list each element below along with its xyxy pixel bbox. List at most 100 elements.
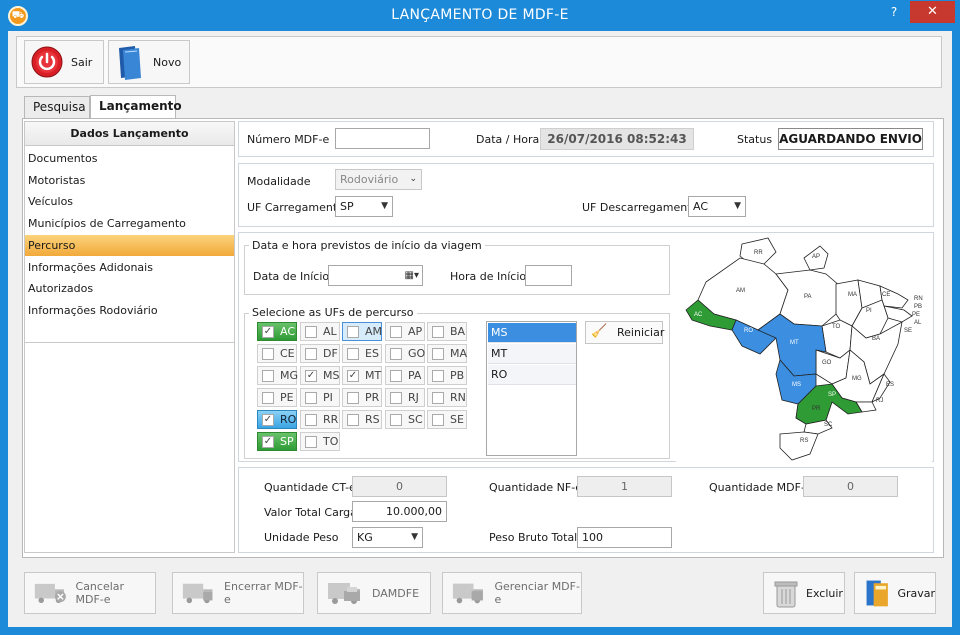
map-label: RJ [876,398,883,404]
uf-checkbox-sc[interactable]: SC [385,410,425,429]
uf-checkbox-es[interactable]: ES [342,344,382,363]
trash-icon [774,581,798,608]
selected-ufs-list[interactable]: MS MT RO [486,321,577,456]
encerrar-mdfe-button[interactable]: Encerrar MDF-e [172,572,304,614]
sidebar-item-motoristas[interactable]: Motoristas [25,170,234,191]
checkbox-icon [347,414,359,426]
uf-checkbox-pa[interactable]: PA [385,366,425,385]
sidebar-item-percurso[interactable]: Percurso [25,235,234,256]
uf-checkbox-al[interactable]: AL [300,322,340,341]
data-inicio-input[interactable]: ▦▾ [328,265,423,286]
valor-total-input[interactable]: 10.000,00 [352,501,447,522]
checkbox-icon [390,326,402,338]
sidebar-item-municipios[interactable]: Municípios de Carregamento [25,213,234,234]
uf-checkbox-rj[interactable]: RJ [385,388,425,407]
help-button[interactable]: ? [884,4,904,22]
unidade-peso-select[interactable]: KG ▼ [352,527,423,548]
map-label: AL [914,320,922,326]
uf-carregamento-select[interactable]: SP ▼ [335,196,393,217]
tab-lancamento[interactable]: Lançamento [90,95,182,119]
data-hora-value: 26/07/2016 08:52:43 [540,128,694,150]
window-title: LANÇAMENTO DE MDF-E [391,7,569,23]
uf-carregamento-value: SP [340,200,354,213]
calendar-icon[interactable]: ▦▾ [405,266,419,285]
novo-label: Novo [153,55,182,69]
uf-checkbox-rs[interactable]: RS [342,410,382,429]
list-item[interactable]: MS [488,323,576,343]
numero-mdfe-input[interactable] [335,128,430,149]
sidebar-item-informacoes-adicionais[interactable]: Informações Adidonais [25,257,234,278]
uf-checkbox-go[interactable]: GO [385,344,425,363]
uf-checkbox-pb[interactable]: PB [427,366,467,385]
modalidade-select[interactable]: Rodoviário ⌄ [335,169,422,190]
checkbox-icon: ✓ [347,370,359,382]
chevron-down-icon: ▼ [381,201,388,211]
sidebar-item-veiculos[interactable]: Veículos [25,191,234,212]
damdfe-label: DAMDFE [372,586,420,600]
novo-button[interactable]: Novo [108,40,190,84]
checkbox-icon [390,392,402,404]
close-button[interactable]: ✕ [910,1,955,23]
list-item[interactable]: RO [488,365,576,385]
map-label: BA [872,336,880,342]
uf-checkbox-to[interactable]: TO [300,432,340,451]
gravar-button[interactable]: Gravar [854,572,936,614]
uf-checkbox-ap[interactable]: AP [385,322,425,341]
map-label: AC [694,312,703,318]
uf-checkbox-sp[interactable]: ✓ SP [257,432,297,451]
qtd-cte-label: Quantidade CT-e [264,481,356,494]
uf-descarregamento-select[interactable]: AC ▼ [688,196,746,217]
cancelar-mdfe-button[interactable]: Cancelar MDF-e [24,572,156,614]
manage-truck-icon [452,583,483,604]
sidebar-item-informacoes-rodoviario[interactable]: Informações Rodoviário [25,300,234,321]
map-label: AM [736,288,745,294]
gerenciar-mdfe-label: Gerenciar MDF-e [494,580,580,606]
qtd-mdfe-label: Quantidade MDF-e [709,481,812,494]
uf-checkbox-ac[interactable]: ✓ AC [257,322,297,341]
reiniciar-label: Reiniciar [617,326,665,339]
hora-inicio-input[interactable] [525,265,572,286]
map-label: PR [812,406,821,412]
tab-pesquisa[interactable]: Pesquisa [24,96,90,118]
chevron-down-icon: ⌄ [409,174,417,184]
uf-checkbox-se[interactable]: SE [427,410,467,429]
gerenciar-mdfe-button[interactable]: Gerenciar MDF-e [442,572,582,614]
reiniciar-button[interactable]: 🧹 Reiniciar [585,321,665,344]
uf-checkbox-ba[interactable]: BA [427,322,467,341]
uf-checkbox-ms[interactable]: ✓ MS [300,366,340,385]
sair-button[interactable]: Sair [24,40,104,84]
uf-checkbox-ro[interactable]: ✓ RO [257,410,297,429]
viagem-legend: Data e hora previstos de início da viage… [249,239,485,252]
map-label: PI [866,308,872,314]
broom-icon: 🧹 [591,324,608,339]
map-label: SE [904,328,912,334]
list-item[interactable]: MT [488,344,576,364]
uf-checkbox-ce[interactable]: CE [257,344,297,363]
map-label: SC [824,422,833,428]
uf-checkbox-am[interactable]: AM [342,322,382,341]
qtd-nfe-value: 1 [577,476,672,497]
uf-checkbox-pi[interactable]: PI [300,388,340,407]
checkbox-icon [432,370,444,382]
uf-checkbox-mt[interactable]: ✓ MT [342,366,382,385]
uf-checkbox-mg[interactable]: MG [257,366,298,385]
qtd-mdfe-value: 0 [803,476,898,497]
uf-checkbox-rr[interactable]: RR [300,410,340,429]
cancelar-mdfe-label: Cancelar MDF-e [75,580,125,606]
map-label: MS [792,382,801,388]
uf-checkbox-rn[interactable]: RN [427,388,467,407]
checkbox-icon [305,414,317,426]
uf-checkbox-df[interactable]: DF [300,344,340,363]
save-binder-icon [866,580,888,607]
uf-checkbox-pr[interactable]: PR [342,388,382,407]
sidebar-item-autorizados[interactable]: Autorizados [25,278,234,299]
excluir-button[interactable]: Excluir [763,572,845,614]
chevron-down-icon: ▼ [411,532,418,542]
peso-bruto-input[interactable]: 100 [577,527,672,548]
close-truck-icon [182,583,213,604]
uf-checkbox-pe[interactable]: PE [257,388,297,407]
uf-checkbox-ma[interactable]: MA [427,344,467,363]
sidebar-item-documentos[interactable]: Documentos [25,148,234,169]
damdfe-button[interactable]: DAMDFE [317,572,431,614]
map-label: RN [914,296,923,302]
